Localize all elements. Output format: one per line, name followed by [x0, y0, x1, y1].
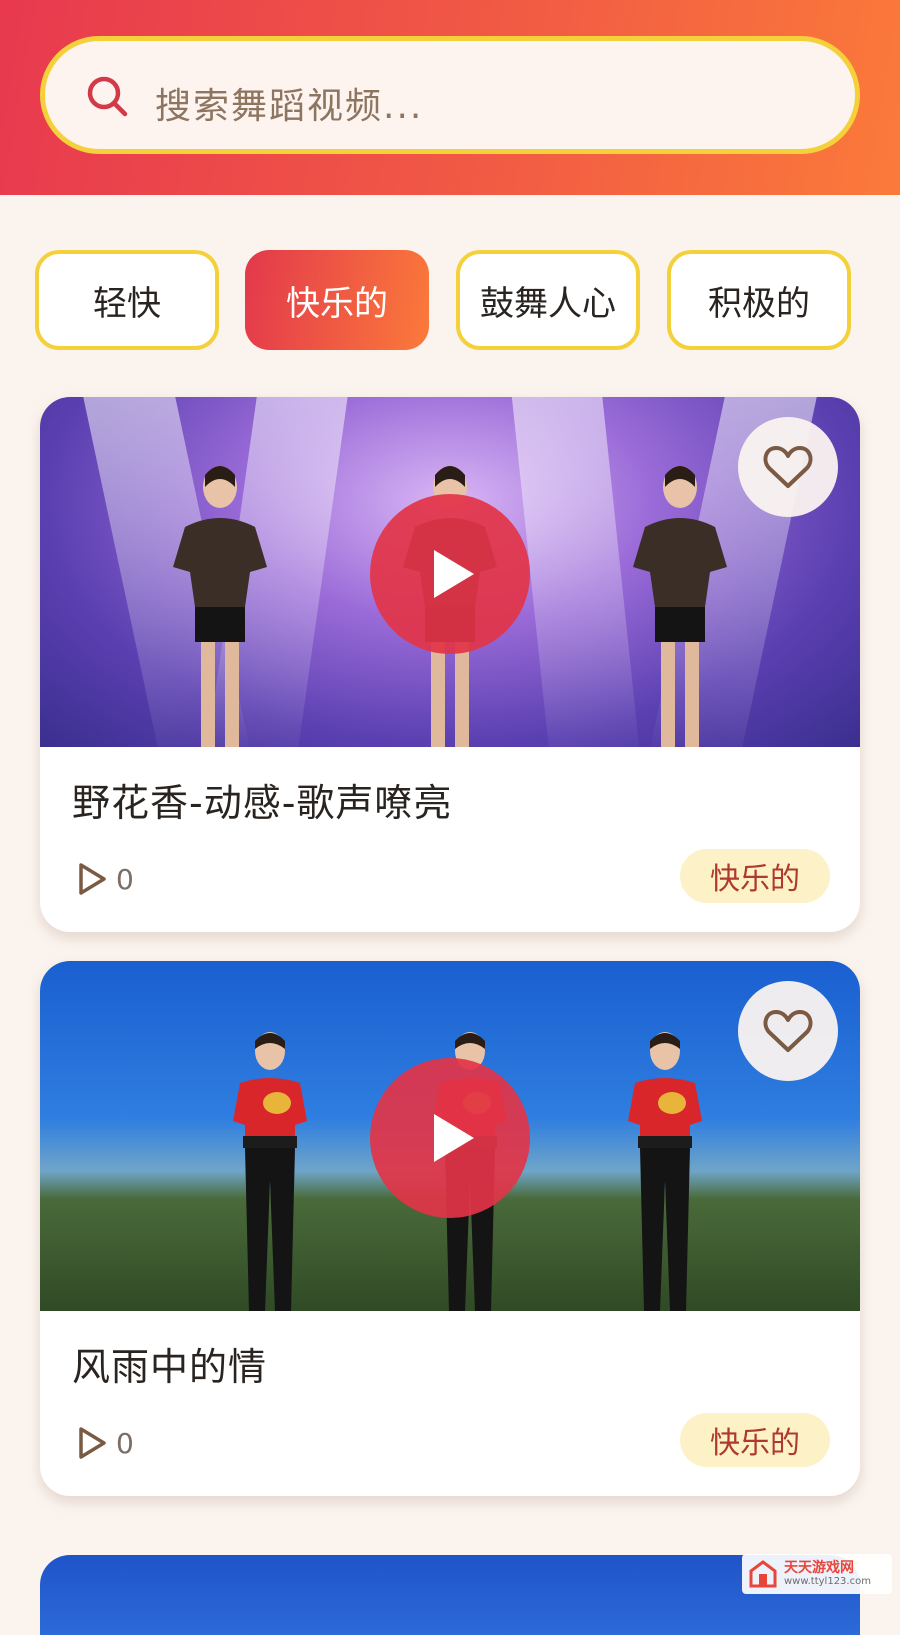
video-card[interactable]: 野花香-动感-歌声嘹亮 0 快乐的 [40, 397, 860, 932]
tag-light[interactable]: 轻快 [35, 250, 219, 350]
watermark-logo-icon [748, 1559, 778, 1589]
play-count-value: 0 [116, 1427, 134, 1460]
heart-icon [763, 1008, 813, 1054]
category-badge: 快乐的 [680, 849, 830, 903]
video-card[interactable]: 风雨中的情 0 快乐的 [40, 961, 860, 1496]
search-bar[interactable]: 搜索舞蹈视频... [40, 36, 860, 154]
play-icon [418, 1106, 482, 1170]
video-title[interactable]: 野花香-动感-歌声嘹亮 [72, 772, 452, 827]
play-button[interactable] [370, 1058, 530, 1218]
video-title[interactable]: 风雨中的情 [72, 1336, 267, 1391]
dancer-figure [610, 1021, 720, 1311]
category-badge: 快乐的 [680, 1413, 830, 1467]
heart-icon [763, 444, 813, 490]
tag-inspiring[interactable]: 鼓舞人心 [456, 250, 640, 350]
play-count-icon [76, 862, 108, 896]
video-card-partial[interactable] [40, 1555, 860, 1635]
tag-happy[interactable]: 快乐的 [245, 250, 429, 350]
play-icon [418, 542, 482, 606]
header: 搜索舞蹈视频... [0, 0, 900, 195]
play-count-icon [76, 1426, 108, 1460]
watermark-text: 天天游戏网 [784, 1560, 871, 1576]
watermark: 天天游戏网 www.ttyl123.com [742, 1554, 892, 1594]
tag-positive[interactable]: 积极的 [667, 250, 851, 350]
play-count: 0 [76, 862, 134, 896]
search-icon[interactable] [85, 74, 129, 118]
watermark-url: www.ttyl123.com [784, 1576, 871, 1588]
category-tabs: 轻快 快乐的 鼓舞人心 积极的 [0, 250, 900, 350]
video-thumbnail[interactable] [40, 961, 860, 1311]
dancer-figure [165, 457, 275, 747]
play-button[interactable] [370, 494, 530, 654]
dancer-figure [625, 457, 735, 747]
dancer-figure [215, 1021, 325, 1311]
play-count-value: 0 [116, 863, 134, 896]
video-thumbnail[interactable] [40, 397, 860, 747]
favorite-button[interactable] [738, 981, 838, 1081]
play-count: 0 [76, 1426, 134, 1460]
search-input[interactable]: 搜索舞蹈视频... [155, 77, 423, 129]
favorite-button[interactable] [738, 417, 838, 517]
